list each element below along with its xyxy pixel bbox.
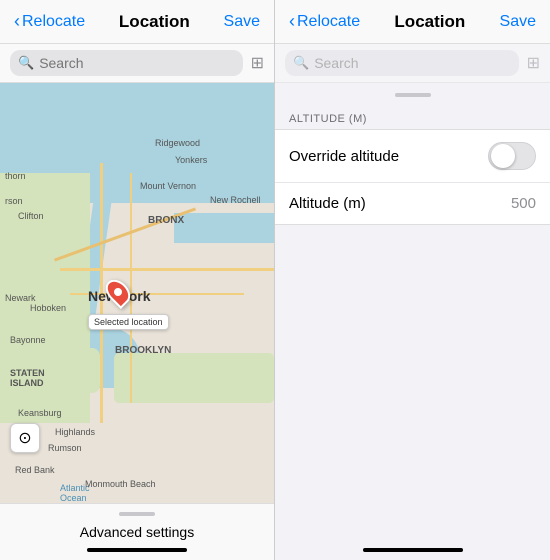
locate-me-button[interactable]: ⊙ [10, 423, 40, 453]
label-rumson: Rumson [48, 443, 82, 453]
right-map-icon: ⊞ [527, 53, 540, 73]
location-pin[interactable]: Selected location [108, 278, 128, 306]
long-island-land [114, 353, 274, 403]
right-back-label: Relocate [297, 13, 360, 31]
road-v2 [130, 173, 132, 403]
map-toggle-icon[interactable]: ⊞ [251, 53, 264, 73]
right-drag-handle-container [275, 83, 550, 107]
label-highlands: Highlands [55, 427, 95, 437]
altitude-section-header: ALTITUDE (M) [275, 107, 550, 129]
label-atlantic: AtlanticOcean [60, 483, 90, 503]
staten-island-land [30, 348, 100, 393]
right-search-input [314, 55, 510, 71]
label-red-bank: Red Bank [15, 465, 55, 475]
right-panel: ‹ Relocate Location Save 🔍 ⊞ ALTITUDE (M… [275, 0, 550, 560]
left-back-label: Relocate [22, 13, 85, 31]
right-search-icon: 🔍 [293, 55, 309, 71]
override-altitude-row: Override altitude [275, 130, 550, 183]
road-h1 [60, 268, 274, 271]
left-back-button[interactable]: ‹ Relocate [14, 11, 85, 32]
left-drag-handle[interactable] [119, 512, 155, 516]
toggle-knob [491, 144, 515, 168]
map-canvas: Ridgewood Yonkers thorn Mount Vernon New… [0, 83, 274, 503]
altitude-value: 500 [511, 195, 536, 212]
left-nav-title: Location [119, 12, 190, 32]
right-search-wrap: 🔍 [285, 50, 519, 76]
altitude-settings-group: Override altitude Altitude (m) 500 [275, 129, 550, 225]
left-search-wrap: 🔍 [10, 50, 243, 76]
left-nav-bar: ‹ Relocate Location Save [0, 0, 274, 44]
label-monmouth: Monmouth Beach [85, 479, 156, 489]
right-home-indicator-wrap [275, 548, 550, 560]
right-nav-bar: ‹ Relocate Location Save [275, 0, 550, 44]
altitude-value-row: Altitude (m) 500 [275, 183, 550, 224]
left-save-button[interactable]: Save [224, 13, 260, 31]
override-altitude-label: Override altitude [289, 148, 399, 165]
advanced-settings-button[interactable]: Advanced settings [80, 524, 194, 540]
road-v1 [100, 163, 103, 423]
left-search-icon: 🔍 [18, 55, 34, 71]
left-chevron-icon: ‹ [14, 11, 20, 32]
right-back-button[interactable]: ‹ Relocate [289, 11, 360, 32]
right-drag-handle[interactable] [395, 93, 431, 97]
pin-label: Selected location [88, 314, 169, 330]
right-nav-title: Location [394, 12, 465, 32]
right-search-bar: 🔍 ⊞ [275, 44, 550, 83]
right-bottom-space [275, 225, 550, 548]
left-bottom-bar: Advanced settings [0, 503, 274, 560]
map-container[interactable]: Ridgewood Yonkers thorn Mount Vernon New… [0, 83, 274, 503]
left-search-input[interactable] [39, 55, 234, 71]
locate-icon: ⊙ [18, 428, 31, 448]
left-search-bar: 🔍 ⊞ [0, 44, 274, 83]
right-home-indicator [363, 548, 463, 552]
altitude-label: Altitude (m) [289, 195, 366, 212]
road-h2 [70, 293, 244, 295]
right-save-button[interactable]: Save [500, 13, 536, 31]
left-home-indicator [87, 548, 187, 552]
li-sound [174, 213, 274, 243]
override-altitude-toggle[interactable] [488, 142, 536, 170]
left-panel: ‹ Relocate Location Save 🔍 ⊞ [0, 0, 275, 560]
right-chevron-icon: ‹ [289, 11, 295, 32]
